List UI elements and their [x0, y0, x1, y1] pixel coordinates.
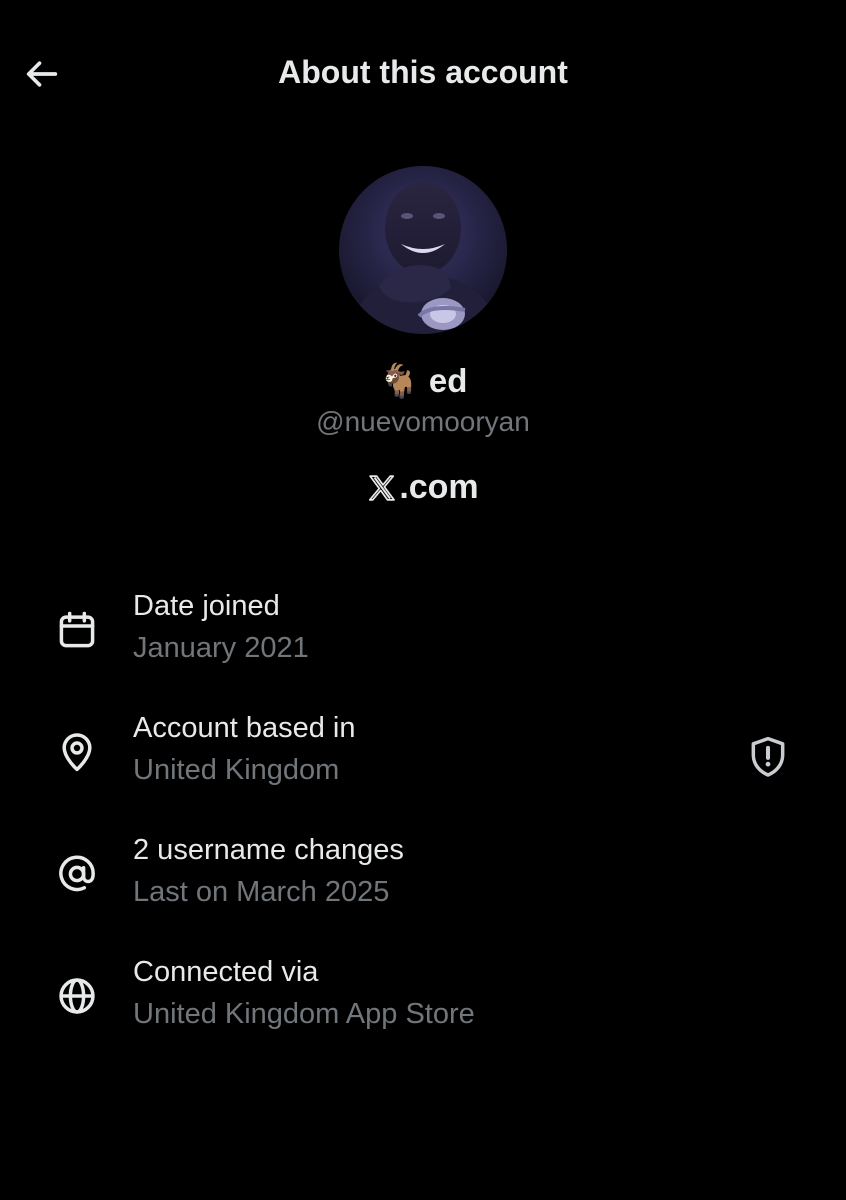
detail-value: Last on March 2025: [133, 876, 390, 908]
detail-value: January 2021: [133, 632, 309, 664]
detail-label: 2 username changes: [133, 834, 404, 866]
username: @nuevomooryan: [316, 406, 530, 437]
shield-alert-button[interactable]: [744, 732, 792, 782]
shield-alert-icon: [751, 736, 785, 777]
detail-row-date-joined: Date joined January 2021: [0, 588, 846, 688]
at-sign-icon: [53, 850, 101, 898]
detail-label: Date joined: [133, 590, 280, 622]
calendar-icon: [53, 606, 101, 654]
display-name-text: ed: [428, 362, 468, 399]
globe-icon: [53, 972, 101, 1020]
detail-row-account-based-in: Account based in United Kingdom: [0, 710, 846, 810]
page-title: About this account: [278, 54, 568, 90]
brand-label: .com: [0, 468, 846, 507]
display-name: 🐐 ed: [0, 362, 846, 401]
goat-emoji: 🐐: [378, 362, 420, 399]
about-account-screen: About this account 🐐 ed @nuevomooryan .c…: [0, 0, 846, 1200]
avatar[interactable]: [339, 166, 507, 334]
detail-row-connected-via: Connected via United Kingdom App Store: [0, 954, 846, 1054]
detail-row-username-changes: 2 username changes Last on March 2025: [0, 832, 846, 932]
x-logo-icon: [367, 473, 397, 503]
detail-label: Account based in: [133, 712, 356, 744]
detail-label: Connected via: [133, 956, 319, 988]
detail-value: United Kingdom: [133, 754, 340, 786]
detail-value: United Kingdom App Store: [133, 998, 475, 1030]
location-pin-icon: [53, 728, 101, 776]
avatar-photo: [339, 166, 507, 334]
brand-suffix: .com: [399, 468, 479, 506]
header: About this account: [0, 0, 846, 150]
